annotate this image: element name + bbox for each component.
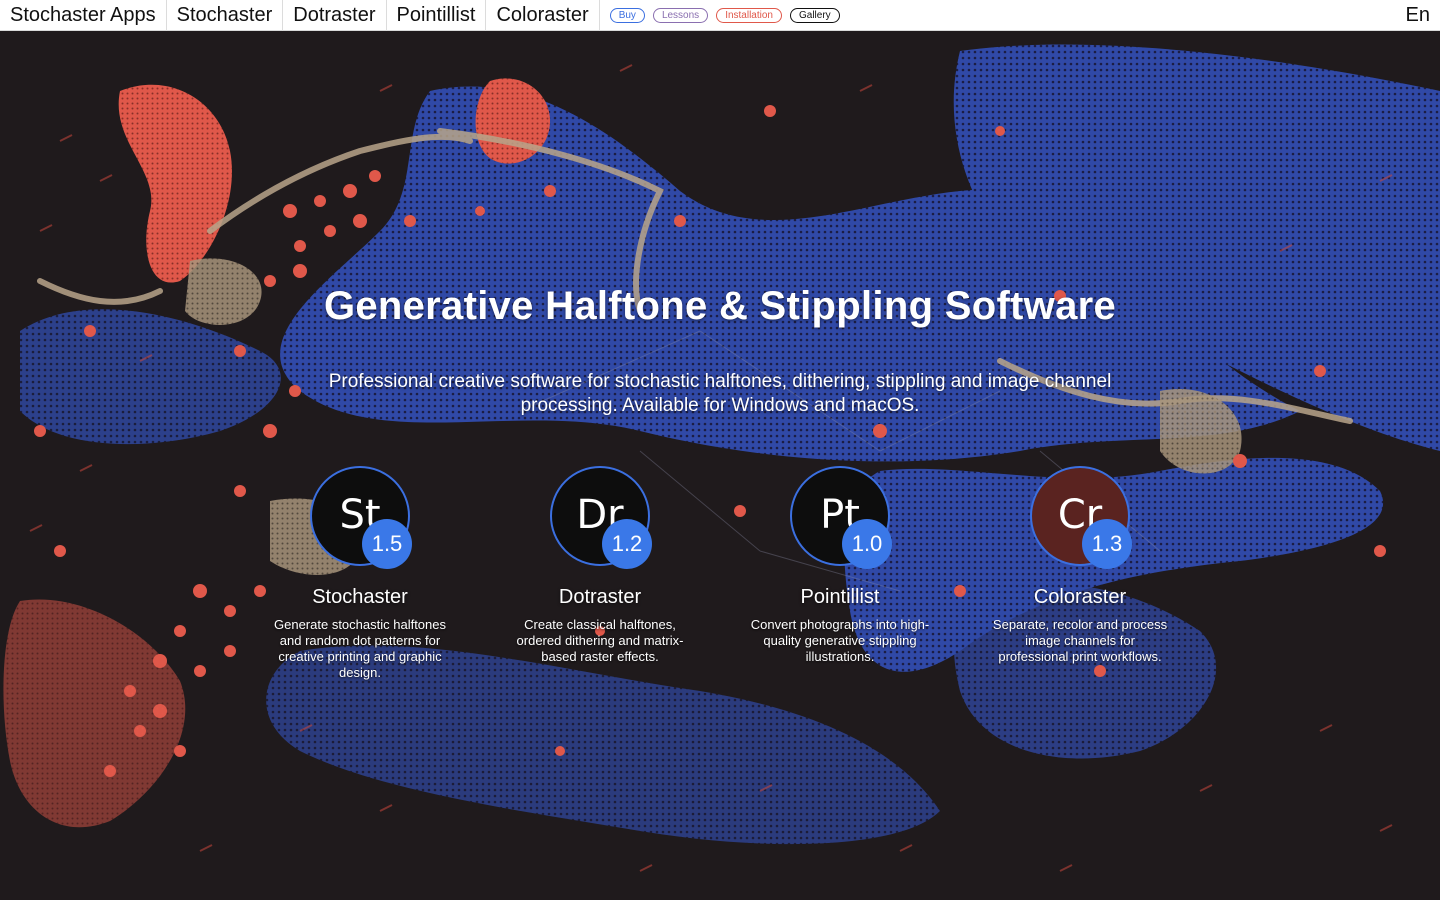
app-card-dotraster[interactable]: Dr 1.2 Dotraster Create classical halfto… xyxy=(480,466,720,665)
app-card-stochaster[interactable]: St 1.5 Stochaster Generate stochastic ha… xyxy=(240,466,480,681)
stochaster-logo-icon[interactable]: St 1.5 xyxy=(310,466,412,569)
app-name[interactable]: Stochaster xyxy=(240,586,480,609)
top-navigation: Stochaster Apps Stochaster Dotraster Poi… xyxy=(0,0,1440,31)
app-description: Convert photographs into high-quality ge… xyxy=(750,617,930,664)
nav-item-dotraster[interactable]: Dotraster xyxy=(283,0,387,31)
installation-pill-link[interactable]: Installation xyxy=(716,7,782,23)
app-name[interactable]: Dotraster xyxy=(480,586,720,609)
coloraster-logo-icon[interactable]: Cr 1.3 xyxy=(1030,466,1132,569)
app-name[interactable]: Pointillist xyxy=(720,586,960,609)
app-description: Create classical halftones, ordered dith… xyxy=(516,617,684,664)
buy-pill-link[interactable]: Buy xyxy=(609,7,645,23)
language-switcher[interactable]: En xyxy=(1406,0,1430,31)
app-card-coloraster[interactable]: Cr 1.3 Coloraster Separate, recolor and … xyxy=(960,466,1200,665)
version-badge: 1.5 xyxy=(362,519,412,569)
version-badge: 1.0 xyxy=(842,519,892,569)
app-card-pointillist[interactable]: Pt 1.0 Pointillist Convert photographs i… xyxy=(720,466,960,665)
nav-item-stochaster[interactable]: Stochaster xyxy=(167,0,284,31)
version-badge: 1.3 xyxy=(1082,519,1132,569)
app-description: Separate, recolor and process image chan… xyxy=(992,617,1168,664)
app-description: Generate stochastic halftones and random… xyxy=(274,617,446,680)
nav-item-pointillist[interactable]: Pointillist xyxy=(387,0,487,31)
version-badge: 1.2 xyxy=(602,519,652,569)
nav-brand-link[interactable]: Stochaster Apps xyxy=(0,0,167,31)
lessons-pill-link[interactable]: Lessons xyxy=(652,7,709,23)
hero-title: Generative Halftone & Stippling Software xyxy=(323,284,1117,328)
hero-subtitle: Professional creative software for stoch… xyxy=(328,371,1112,416)
nav-item-coloraster[interactable]: Coloraster xyxy=(486,0,600,31)
app-list: St 1.5 Stochaster Generate stochastic ha… xyxy=(240,466,1200,696)
dotraster-logo-icon[interactable]: Dr 1.2 xyxy=(550,466,652,569)
gallery-pill-link[interactable]: Gallery xyxy=(790,7,840,23)
pointillist-logo-icon[interactable]: Pt 1.0 xyxy=(790,466,892,569)
app-name[interactable]: Coloraster xyxy=(960,586,1200,609)
